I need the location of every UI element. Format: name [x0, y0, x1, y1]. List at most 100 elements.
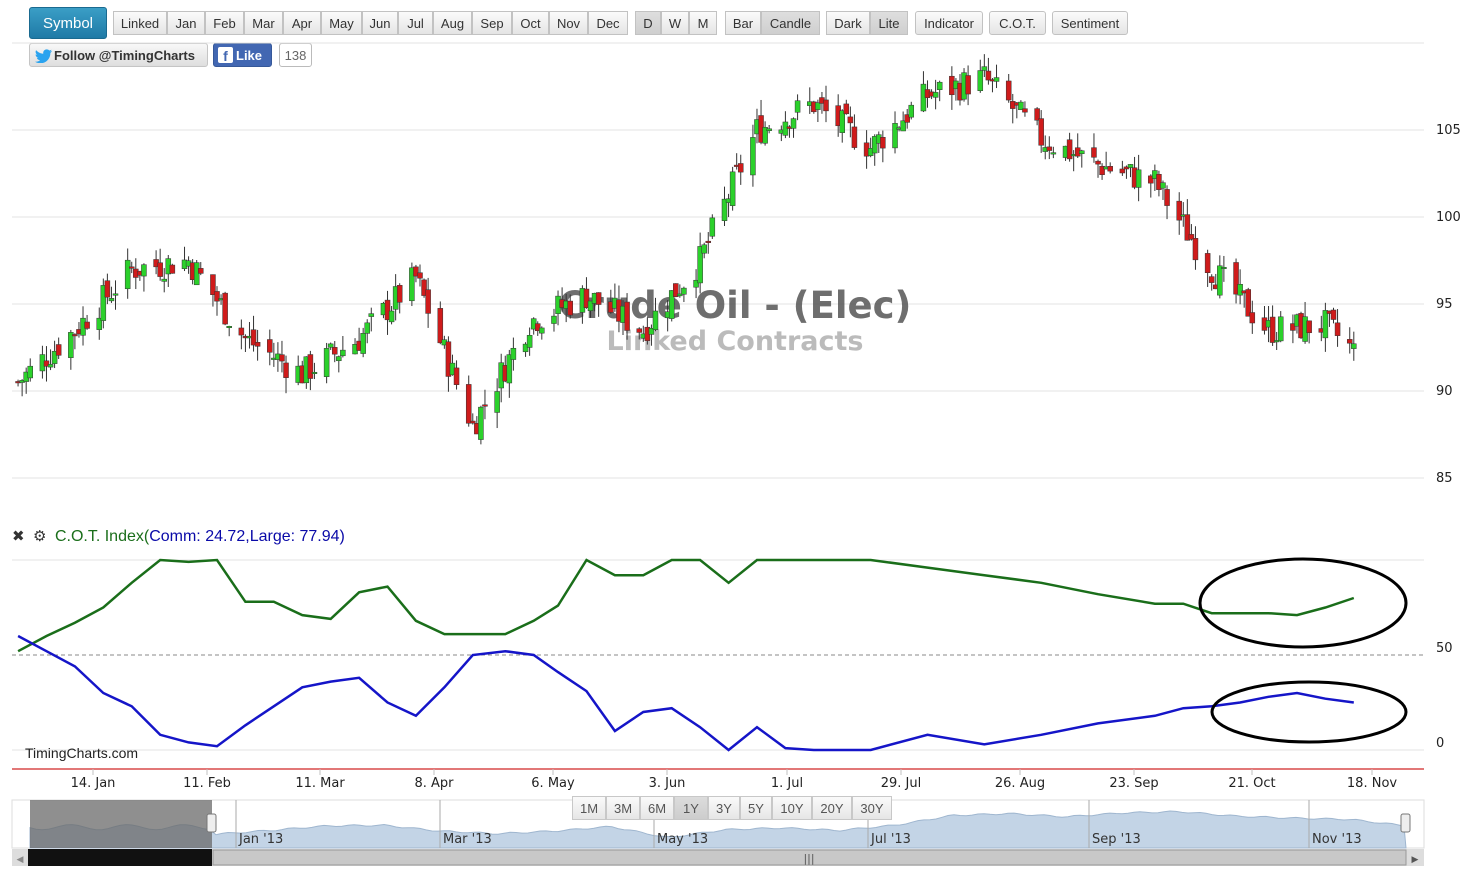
candle-body: [470, 420, 476, 424]
range-10y-button[interactable]: 10Y: [772, 796, 812, 820]
watermark: Crude Oil - (Elec) Linked Contracts: [559, 284, 912, 357]
candle-body: [1038, 118, 1044, 146]
x-tick-label: 21. Oct: [1228, 776, 1275, 791]
candle-body: [124, 259, 131, 290]
candle-body: [652, 310, 659, 330]
navigator-label: Sep '13: [1092, 832, 1141, 847]
x-tick-label: 8. Apr: [414, 776, 454, 791]
candle-body: [340, 349, 346, 357]
candle-body: [1334, 322, 1341, 336]
cot-legend-name: C.O.T. Index(: [54, 528, 150, 545]
candle-body: [843, 103, 850, 115]
candle-body: [198, 268, 204, 274]
candle-body: [1306, 320, 1312, 334]
cot-tick-label: 0: [1436, 736, 1444, 751]
price-tick-label: 95: [1436, 297, 1453, 312]
candle-body: [1237, 284, 1243, 296]
candle-body: [1217, 265, 1223, 296]
candle-body: [709, 217, 716, 237]
candle-body: [1346, 339, 1353, 344]
candle-body: [1208, 276, 1215, 283]
candle-body: [526, 335, 533, 348]
cot-line-comm: [17, 558, 1355, 653]
candle-body: [965, 75, 971, 95]
candle-body: [1022, 108, 1028, 113]
candle-body: [1322, 310, 1329, 339]
candle-body: [368, 313, 375, 317]
candle-body: [908, 104, 915, 118]
range-6m-button[interactable]: 6M: [640, 796, 674, 820]
range-20y-button[interactable]: 20Y: [812, 796, 852, 820]
candle-body: [55, 344, 62, 356]
candle-body: [1164, 189, 1170, 206]
candle-body: [737, 163, 744, 173]
candle-body: [1351, 343, 1357, 349]
range-5y-button[interactable]: 5Y: [740, 796, 772, 820]
candle-body: [1050, 152, 1057, 155]
candle-body: [1107, 166, 1113, 172]
candle-body: [327, 343, 334, 348]
scroll-right-arrow-icon[interactable]: ▶: [1412, 855, 1419, 865]
candle-body: [364, 322, 370, 334]
candle-body: [981, 66, 988, 71]
annotation-ellipse-comm: [1198, 557, 1408, 649]
candle-body: [482, 404, 488, 407]
range-1m-button[interactable]: 1M: [572, 796, 606, 820]
candle-body: [267, 339, 273, 353]
candle-body: [823, 99, 829, 112]
x-tick-label: 11. Feb: [183, 776, 231, 791]
candle-body: [936, 81, 943, 90]
range-1y-button[interactable]: 1Y: [674, 796, 708, 820]
navigator-label: Jan '13: [238, 832, 283, 847]
candle-body: [681, 287, 687, 295]
candlestick-series: [15, 54, 1357, 445]
x-tick-label: 18. Nov: [1347, 776, 1397, 791]
candle-body: [84, 321, 90, 329]
navigator-label: Nov '13: [1312, 832, 1362, 847]
x-axis-labels: 14. Jan 11. Feb 11. Mar 8. Apr 6. May 3. Jun 1…: [71, 769, 1397, 791]
candle-body: [323, 348, 330, 377]
range-30y-button[interactable]: 30Y: [852, 796, 892, 820]
scrollbar-dark-segment: [28, 849, 212, 866]
gear-icon[interactable]: ⚙: [33, 528, 46, 545]
navigator-handle-left[interactable]: [206, 813, 217, 833]
candle-body: [794, 100, 801, 113]
scroll-left-arrow-icon[interactable]: ◀: [17, 855, 24, 865]
candle-body: [1135, 169, 1142, 188]
cot-gridlines: [12, 559, 1424, 751]
price-tick-label: 105: [1436, 123, 1461, 138]
navigator-label: Jul '13: [870, 832, 911, 847]
range-3y-button[interactable]: 3Y: [708, 796, 740, 820]
candle-body: [551, 315, 557, 324]
candle-body: [27, 365, 33, 379]
candle-body: [112, 293, 119, 296]
candle-body: [1277, 316, 1284, 342]
x-tick-label: 23. Sep: [1109, 776, 1158, 791]
range-3m-button[interactable]: 3M: [606, 796, 640, 820]
candle-body: [932, 92, 939, 98]
x-tick-label: 11. Mar: [295, 776, 345, 791]
candle-body: [790, 118, 797, 129]
candle-body: [1249, 312, 1256, 324]
candle-body: [1119, 168, 1126, 174]
candle-body: [128, 266, 135, 269]
candle-body: [892, 123, 898, 149]
candle-body: [47, 364, 54, 368]
x-tick-label: 1. Jul: [771, 776, 803, 791]
x-tick-label: 3. Jun: [649, 776, 686, 791]
x-tick-label: 26. Aug: [995, 776, 1045, 791]
close-icon[interactable]: ✖: [12, 528, 25, 545]
candle-body: [750, 137, 756, 176]
candle-body: [238, 327, 245, 336]
navigator-handle-right[interactable]: [1400, 813, 1411, 833]
candle-body: [279, 354, 285, 362]
candle-body: [453, 367, 460, 385]
candle-body: [985, 70, 992, 81]
price-tick-label: 90: [1436, 384, 1453, 399]
cot-axis-labels: 0 50: [1436, 641, 1453, 751]
candle-body: [624, 301, 630, 331]
candle-body: [701, 244, 707, 254]
candle-body: [977, 70, 984, 91]
candle-body: [510, 347, 517, 360]
cot-line-large: [17, 634, 1354, 752]
